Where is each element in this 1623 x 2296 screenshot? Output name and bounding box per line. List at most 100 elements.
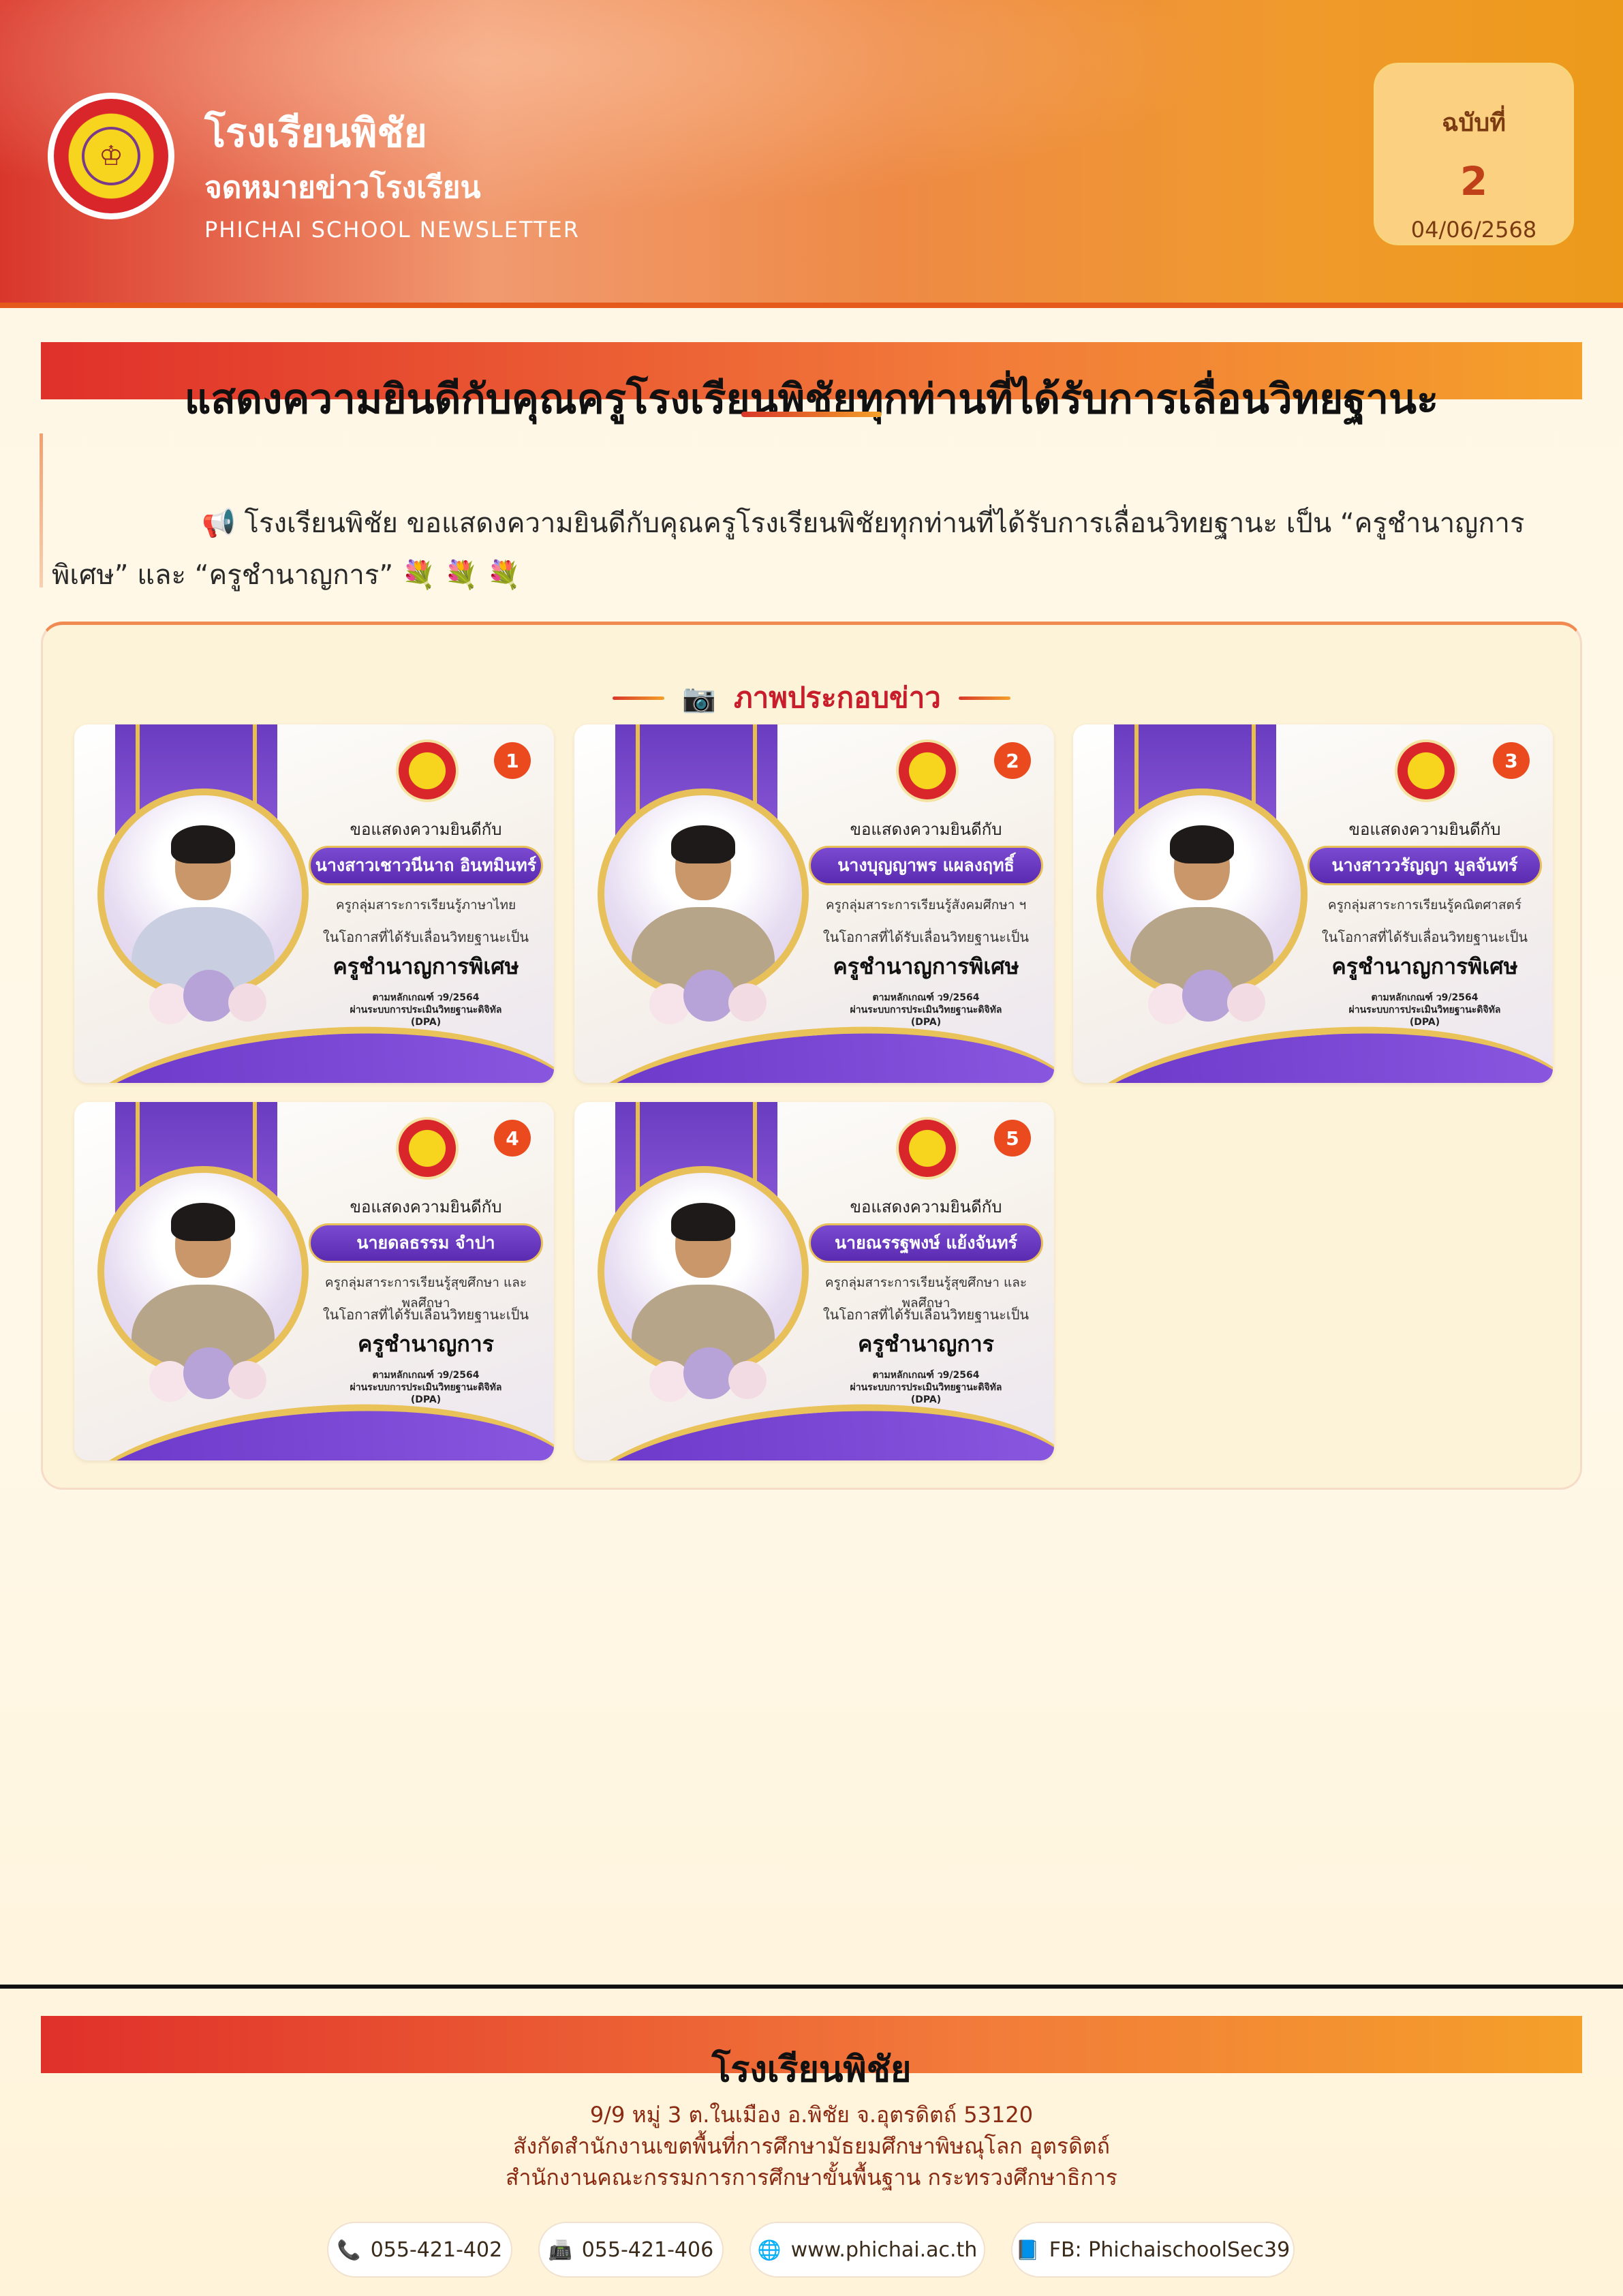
criteria-line: (DPA) [910,1394,942,1405]
fax-number: 055-421-406 [581,2237,714,2262]
flower-decoration-icon [149,1341,266,1402]
congrats-line: ขอแสดงความยินดีกับ [850,1197,1002,1216]
academic-rank: ครูชำนาญการ [858,1331,994,1357]
criteria-line: ผ่านระบบการประเมินวิทยฐานะดิจิทัล [850,1382,1002,1393]
footer-school-name: โรงเรียนพิชัย [711,2049,912,2090]
criteria-line: (DPA) [910,1017,942,1028]
newsletter-header: ♔ โรงเรียนพิชัย จดหมายข่าวโรงเรียน PHICH… [0,0,1623,308]
occasion-line: ในโอกาสที่ได้รับเลื่อนวิทยฐานะเป็น [1321,929,1528,945]
globe-icon: 🌐 [757,2238,782,2261]
flower-decoration-icon [1148,963,1265,1024]
teacher-card[interactable]: 5 ขอแสดงความยินดีกับ นายณรรฐพงษ์ แย้งจัน… [574,1102,1054,1460]
criteria-line: (DPA) [410,1394,442,1405]
occasion-line: ในโอกาสที่ได้รับเลื่อนวิทยฐานะเป็น [322,1306,529,1323]
phone-number: 055-421-402 [370,2237,503,2262]
teacher-name: นางบุญญาพร แผลงฤทธิ์ [809,846,1043,885]
teacher-subject: ครูกลุ่มสาระการเรียนรู้สังคมศึกษา ฯ [825,898,1027,913]
teacher-name: นางสาววรัญญา มูลจันทร์ [1308,846,1542,885]
footer-office: สำนักงานคณะกรรมการการศึกษาขั้นพื้นฐาน กร… [506,2164,1117,2190]
card-number-badge: 1 [494,742,531,779]
fax-icon: 📠 [548,2238,572,2261]
criteria-line: ผ่านระบบการประเมินวิทยฐานะดิจิทัล [350,1382,502,1393]
congrats-line: ขอแสดงความยินดีกับ [350,1197,502,1216]
flower-decoration-icon [649,1341,767,1402]
issue-box: ฉบับที่ 2 04/06/2568 [1374,63,1574,245]
school-emblem-icon [896,1117,959,1180]
teacher-subject: ครูกลุ่มสาระการเรียนรู้ภาษาไทย [335,898,516,913]
footer-affiliation: สังกัดสำนักงานเขตพื้นที่การศึกษามัธยมศึก… [512,2133,1111,2159]
footer-divider [0,1985,1623,1989]
contact-phone[interactable]: 📞 055-421-402 [327,2222,512,2278]
criteria-line: ตามหลักเกณฑ์ ว9/2564 [872,1370,980,1381]
teacher-subject: ครูกลุ่มสาระการเรียนรู้คณิตศาสตร์ [1327,898,1522,913]
school-emblem-icon [396,1117,459,1180]
hair [171,825,235,863]
gallery-heading: 📷 ภาพประกอบข่าว [43,675,1580,720]
teacher-name: นายดลธรรม จำปา [309,1223,543,1263]
card-number-badge: 3 [1493,742,1530,779]
intro-text: 📢 โรงเรียนพิชัย ขอแสดงความยินดีกับคุณครู… [52,508,1525,591]
congrats-line: ขอแสดงความยินดีกับ [850,820,1002,839]
phone-icon: 📞 [337,2238,361,2261]
contact-facebook[interactable]: 📘 FB: PhichaischoolSec39 [1011,2222,1295,2278]
flower-decoration-icon [649,963,767,1024]
intro-rule [40,433,43,587]
camera-icon: 📷 [682,682,716,714]
headline-underline [741,412,882,417]
criteria-line: ตามหลักเกณฑ์ ว9/2564 [372,992,480,1003]
website-url: www.phichai.ac.th [790,2237,978,2262]
criteria-text: ตามหลักเกณฑ์ ว9/2564 ผ่านระบบการประเมินว… [309,992,543,1028]
school-logo: ♔ [48,93,174,219]
newsletter-subtitle-en: PHICHAI SCHOOL NEWSLETTER [204,217,580,243]
teacher-card[interactable]: 1 ขอแสดงความยินดีกับ นางสาวเชาวนีนาถ อิน… [74,724,554,1083]
school-emblem-icon [396,739,459,802]
hair [171,1203,235,1241]
criteria-line: ตามหลักเกณฑ์ ว9/2564 [1371,992,1479,1003]
card-number-badge: 2 [994,742,1031,779]
criteria-line: ผ่านระบบการประเมินวิทยฐานะดิจิทัล [350,1005,502,1015]
school-emblem-icon [896,739,959,802]
school-emblem-icon [1395,739,1457,802]
contact-fax[interactable]: 📠 055-421-406 [538,2222,724,2278]
card-number-badge: 5 [994,1120,1031,1157]
teacher-card[interactable]: 4 ขอแสดงความยินดีกับ นายดลธรรม จำปา ครูก… [74,1102,554,1460]
criteria-text: ตามหลักเกณฑ์ ว9/2564 ผ่านระบบการประเมินว… [809,1369,1043,1406]
issue-date: 04/06/2568 [1410,217,1537,243]
hair [671,1203,735,1241]
footer-address: 9/9 หมู่ 3 ต.ในเมือง อ.พิชัย จ.อุตรดิตถ์… [589,2102,1034,2128]
teacher-card[interactable]: 2 ขอแสดงความยินดีกับ นางบุญญาพร แผลงฤทธิ… [574,724,1054,1083]
photo-gallery: 📷 ภาพประกอบข่าว 1 ขอแสดงความยินดีกับ นาง… [41,622,1582,1490]
criteria-text: ตามหลักเกณฑ์ ว9/2564 ผ่านระบบการประเมินว… [309,1369,543,1406]
academic-rank: ครูชำนาญการ [358,1331,494,1357]
criteria-text: ตามหลักเกณฑ์ ว9/2564 ผ่านระบบการประเมินว… [809,992,1043,1028]
criteria-line: (DPA) [1409,1017,1440,1028]
teacher-name: นางสาวเชาวนีนาถ อินทมินทร์ [309,846,543,885]
newsletter-subtitle: จดหมายข่าวโรงเรียน [204,170,481,205]
teacher-card[interactable]: 3 ขอแสดงความยินดีกับ นางสาววรัญญา มูลจัน… [1073,724,1553,1083]
academic-rank: ครูชำนาญการพิเศษ [333,953,519,979]
flower-decoration-icon [149,963,266,1024]
hair [671,825,735,863]
criteria-line: ผ่านระบบการประเมินวิทยฐานะดิจิทัล [850,1005,1002,1015]
congrats-line: ขอแสดงความยินดีกับ [1348,820,1501,839]
logo-ring: ♔ [54,99,168,213]
heading-line-right [958,696,1010,700]
criteria-line: ตามหลักเกณฑ์ ว9/2564 [872,992,980,1003]
issue-number: 2 [1459,158,1488,204]
logo-emblem-icon: ♔ [82,127,140,185]
book-icon: 📘 [1015,2238,1040,2261]
occasion-line: ในโอกาสที่ได้รับเลื่อนวิทยฐานะเป็น [322,929,529,945]
occasion-line: ในโอกาสที่ได้รับเลื่อนวิทยฐานะเป็น [822,929,1030,945]
criteria-line: (DPA) [410,1017,442,1028]
academic-rank: ครูชำนาญการพิเศษ [833,953,1019,979]
occasion-line: ในโอกาสที่ได้รับเลื่อนวิทยฐานะเป็น [822,1306,1030,1323]
academic-rank: ครูชำนาญการพิเศษ [1331,953,1518,979]
gallery-heading-text: ภาพประกอบข่าว [733,681,941,714]
facebook-handle: FB: PhichaischoolSec39 [1049,2237,1290,2262]
contact-website[interactable]: 🌐 www.phichai.ac.th [749,2222,985,2278]
criteria-line: ผ่านระบบการประเมินวิทยฐานะดิจิทัล [1348,1005,1501,1015]
headline: แสดงความยินดีกับคุณครูโรงเรียนพิชัยทุกท่… [184,376,1439,423]
issue-label: ฉบับที่ [1442,109,1506,137]
heading-line-left [613,696,665,700]
teacher-name: นายณรรฐพงษ์ แย้งจันทร์ [809,1223,1043,1263]
